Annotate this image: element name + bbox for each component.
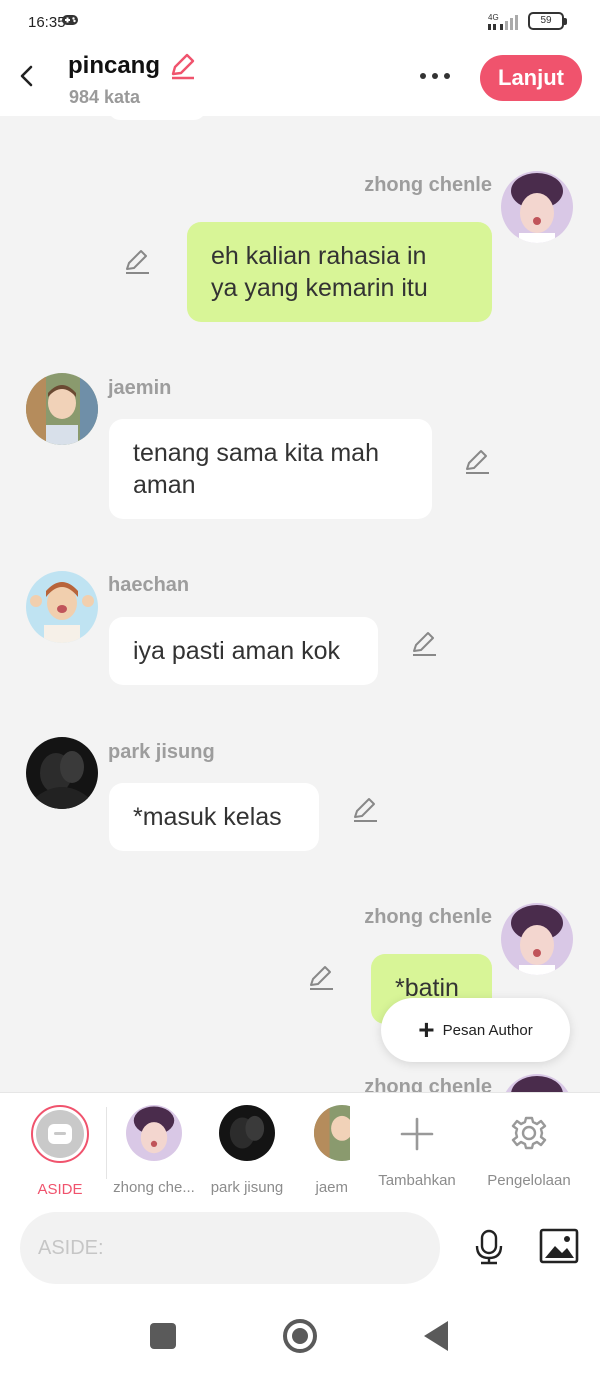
recent-apps-button[interactable]	[150, 1323, 176, 1349]
avatar[interactable]	[26, 571, 98, 643]
word-count: 984 kata	[69, 87, 141, 107]
avatar[interactable]	[26, 373, 98, 445]
avatar	[126, 1105, 182, 1161]
home-button[interactable]	[283, 1319, 317, 1353]
avatar	[219, 1105, 275, 1161]
add-character-button[interactable]: Tambahkan	[372, 1105, 462, 1189]
message-line: *masuk kelas	[133, 803, 282, 831]
edit-message-icon[interactable]	[463, 447, 491, 475]
character-selector: ASIDE zhong che... park jisung jaem Tamb…	[0, 1092, 600, 1202]
sender-name: zhong chenle	[364, 174, 492, 196]
add-label: Tambahkan	[378, 1172, 456, 1189]
character-jaemin[interactable]: jaem	[306, 1105, 350, 1196]
divider	[106, 1107, 107, 1179]
edit-message-icon[interactable]	[307, 963, 335, 991]
battery-indicator: 59	[528, 12, 567, 30]
avatar[interactable]	[501, 171, 573, 243]
sender-name: zhong chenle	[364, 1076, 492, 1092]
sender-name: jaemin	[108, 377, 172, 399]
character-zhong-chenle[interactable]: zhong che...	[109, 1105, 199, 1196]
add-author-message-button[interactable]: + Pesan Author	[381, 998, 570, 1062]
edit-message-icon[interactable]	[410, 629, 438, 657]
status-bar: 16:35 4G 59	[0, 0, 600, 48]
character-park-jisung[interactable]: park jisung	[202, 1105, 292, 1196]
edit-title-icon[interactable]	[168, 52, 196, 80]
edit-message-icon[interactable]	[123, 247, 151, 275]
character-aside[interactable]: ASIDE	[15, 1105, 105, 1198]
more-options-icon[interactable]	[420, 66, 456, 86]
avatar[interactable]	[501, 903, 573, 975]
avatar[interactable]	[26, 737, 98, 809]
next-button[interactable]: Lanjut	[480, 55, 582, 101]
message-input[interactable]	[20, 1212, 440, 1284]
input-row	[0, 1202, 600, 1297]
message-line: aman	[133, 471, 196, 499]
back-arrow-icon[interactable]	[14, 62, 42, 90]
character-label: park jisung	[210, 1179, 284, 1196]
character-label: ASIDE	[37, 1181, 83, 1198]
edit-message-icon[interactable]	[351, 795, 379, 823]
manage-characters-button[interactable]: Pengelolaan	[481, 1105, 577, 1189]
message-line: ya yang kemarin itu	[211, 274, 428, 302]
image-icon[interactable]	[539, 1228, 579, 1264]
message-bubble[interactable]: eh kalian rahasia in ya yang kemarin itu	[187, 222, 492, 322]
message-line: eh kalian rahasia in	[211, 242, 427, 270]
story-title: pincang	[68, 52, 161, 79]
chat-area: zhong chenle eh kalian rahasia in ya yan…	[0, 116, 600, 1092]
sender-name: zhong chenle	[364, 906, 492, 928]
character-label: jaem	[315, 1179, 348, 1196]
pesan-author-label: Pesan Author	[442, 1021, 533, 1039]
gamepad-icon	[62, 15, 78, 25]
status-time: 16:35	[28, 14, 66, 31]
gear-icon	[511, 1116, 547, 1150]
sender-name: haechan	[108, 574, 190, 596]
avatar	[314, 1105, 350, 1161]
previous-bubble-fragment	[108, 116, 206, 120]
message-line: iya pasti aman kok	[133, 637, 341, 665]
message-bubble[interactable]: tenang sama kita mah aman	[109, 419, 432, 519]
message-bubble[interactable]: iya pasti aman kok	[109, 617, 378, 685]
microphone-icon[interactable]	[470, 1228, 508, 1266]
aside-icon	[36, 1110, 84, 1158]
message-bubble[interactable]: *masuk kelas	[109, 783, 319, 851]
svg-text:4G: 4G	[488, 13, 499, 22]
manage-label: Pengelolaan	[487, 1172, 571, 1189]
header: pincang 984 kata Lanjut	[0, 48, 600, 116]
character-label: zhong che...	[113, 1179, 195, 1196]
plus-icon	[400, 1117, 434, 1151]
avatar[interactable]	[501, 1074, 573, 1092]
signal-icon: 4G	[488, 13, 518, 30]
message-line: tenang sama kita mah	[133, 439, 379, 467]
plus-icon: +	[418, 1014, 435, 1045]
sender-name: park jisung	[108, 741, 215, 763]
back-button[interactable]	[424, 1321, 448, 1351]
system-nav-bar	[0, 1297, 600, 1375]
